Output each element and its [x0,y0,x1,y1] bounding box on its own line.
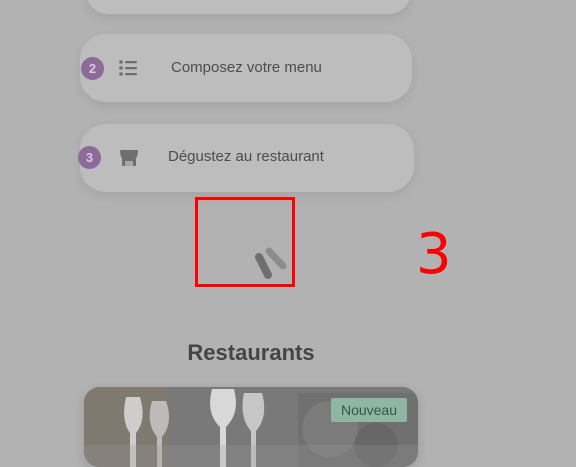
step-number-badge: 3 [78,146,101,169]
step-number-badge: 2 [81,57,104,80]
storefront-icon [120,150,138,166]
step-label: Dégustez au restaurant [168,148,324,165]
loading-spinner-icon [255,247,287,279]
step-label: Composez votre menu [171,59,322,76]
annotation-number: 3 [416,222,452,287]
list-icon [119,60,137,76]
step-card-dine-restaurant[interactable]: 3 Dégustez au restaurant [78,124,414,192]
restaurants-heading: Restaurants [187,340,315,365]
restaurant-card[interactable]: Nouveau [84,387,418,467]
step-card-compose-menu[interactable]: 2 Composez votre menu [80,34,412,102]
new-badge: Nouveau [330,398,407,422]
previous-step-card [86,0,411,14]
